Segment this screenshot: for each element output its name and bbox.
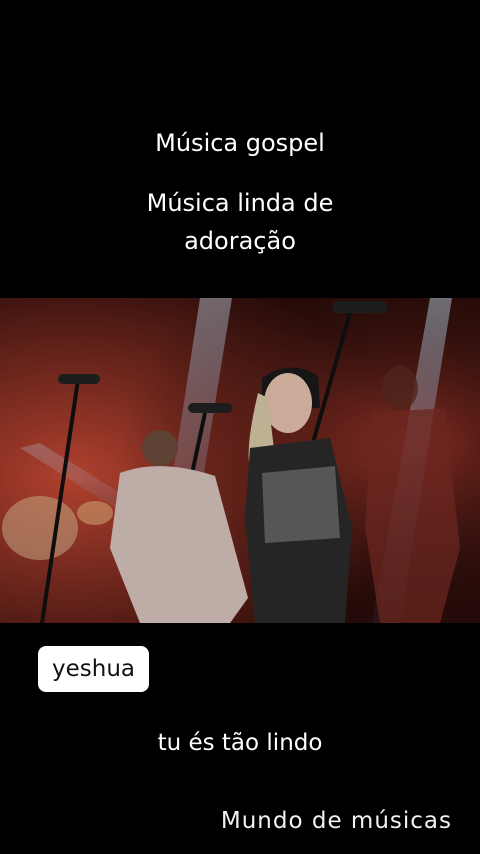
header-subtitle-line1: Música linda de xyxy=(146,189,334,217)
video-player[interactable] xyxy=(0,298,480,623)
video-frame xyxy=(0,298,480,623)
header-title: Música gospel xyxy=(155,129,325,157)
channel-watermark: Mundo de músicas xyxy=(220,808,452,834)
header-subtitle-line2: adoração xyxy=(184,227,296,255)
text-sticker[interactable]: yeshua xyxy=(38,646,149,692)
lyric-caption: tu és tão lindo xyxy=(157,730,323,756)
